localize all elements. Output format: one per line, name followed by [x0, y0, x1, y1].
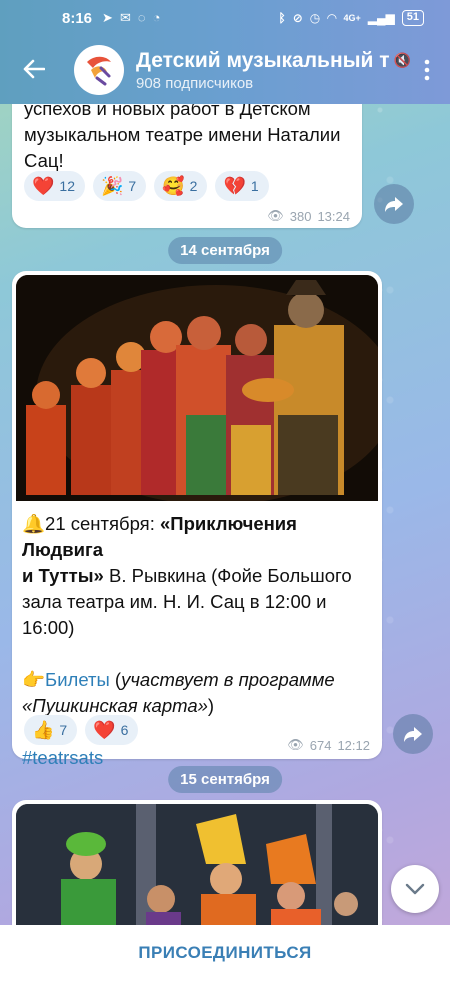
message-meta: 👁 380 13:24 — [267, 208, 350, 224]
text-line: 16:00) — [22, 617, 75, 638]
message-text: успехов и новых работ в Детском музыкаль… — [24, 96, 354, 174]
performance-photo[interactable] — [16, 275, 378, 501]
reaction-count: 7 — [59, 722, 68, 738]
text-line: 👉Билеты (участвует в программе — [22, 667, 378, 693]
broken-heart-icon: 💔 — [223, 175, 246, 196]
telegram-icon: ➤ — [102, 10, 113, 25]
date-separator: 15 сентября — [168, 766, 282, 793]
share-icon[interactable] — [393, 714, 433, 754]
network-label: 4G+ — [343, 13, 361, 23]
mail-icon: ✉ — [119, 10, 131, 25]
reactions-row: 👍 7 ❤️ 6 — [24, 715, 139, 745]
join-bar: ПРИСОЕДИНИТЬСЯ — [0, 925, 450, 1000]
view-count: 380 — [289, 208, 312, 224]
smiling-hearts-icon: 🥰 — [162, 175, 185, 196]
reaction-count: 6 — [120, 722, 129, 738]
reaction-heart[interactable]: ❤️ 6 — [85, 715, 139, 745]
bell-date-text: 🔔21 сентября: — [22, 513, 160, 534]
whatsapp-icon: ◌ — [137, 10, 146, 25]
reaction-thumbs-up[interactable]: 👍 7 — [24, 715, 78, 745]
text-part: участвует в программе — [121, 669, 335, 690]
channel-avatar[interactable] — [74, 45, 124, 95]
status-time: 8:16 — [62, 9, 93, 27]
reaction-count: 2 — [189, 178, 198, 194]
message-meta: 👁 674 12:12 — [287, 737, 370, 753]
channel-title-area[interactable]: Детский музыкальный т 🔇 908 подписчиков — [136, 49, 414, 92]
wifi-icon: ◠ — [327, 11, 337, 25]
text-line: и Тутты» В. Рывкина (Фойе Большого — [22, 563, 378, 589]
text-line: 🔔21 сентября: «Приключения Людвига — [22, 511, 378, 563]
mute-icon: ⊘ — [292, 11, 303, 25]
message-bubble[interactable]: 🔔21 сентября: «Приключения Людвига и Тут… — [12, 271, 382, 768]
status-bar: 8:16 ➤ ✉ ◌ ◔ ᛒ ⊘ ◷ ◠ 4G+ ▂▄▆ 51 — [0, 0, 450, 36]
pointing-hand-icon: 👉 — [22, 669, 46, 690]
join-button[interactable]: ПРИСОЕДИНИТЬСЯ — [0, 925, 450, 963]
thumbs-up-icon: 👍 — [32, 719, 55, 740]
text-line: музыкальном театре имени Наталии — [24, 124, 341, 145]
actors-image — [16, 275, 378, 501]
scroll-down-button[interactable] — [391, 865, 439, 913]
reaction-heart[interactable]: ❤️ 12 — [24, 171, 85, 201]
text-part: «Пушкинская карта» — [22, 695, 208, 716]
signal-icon: ▂▄▆ — [367, 11, 395, 25]
show-title-part: и Тутты» — [22, 565, 104, 586]
text-part: В. Рывкина (Фойе Большого — [103, 565, 352, 586]
actors-image — [16, 804, 378, 934]
chevron-down-icon — [405, 883, 425, 895]
more-vertical-icon[interactable] — [414, 59, 450, 81]
message-bubble[interactable] — [12, 800, 382, 940]
heart-icon: ❤️ — [93, 719, 116, 740]
reaction-count: 12 — [59, 178, 75, 194]
channel-header: Детский музыкальный т 🔇 908 подписчиков — [0, 36, 450, 104]
eye-icon: 👁 — [267, 208, 284, 223]
muted-icon: 🔇 — [393, 52, 412, 68]
theatre-logo-icon — [87, 56, 111, 86]
share-icon[interactable] — [374, 184, 414, 224]
tickets-link[interactable]: Билеты — [45, 669, 110, 690]
message-time: 13:24 — [317, 208, 350, 224]
reaction-broken-heart[interactable]: 💔 1 — [215, 171, 269, 201]
reaction-count: 1 — [250, 178, 259, 194]
reactions-row: ❤️ 12 🎉 7 🥰 2 💔 1 — [24, 171, 269, 201]
heart-icon: ❤️ — [32, 175, 55, 196]
eye-icon: 👁 — [287, 737, 304, 752]
reaction-count: 7 — [128, 178, 137, 194]
bluetooth-icon: ᛒ — [278, 11, 286, 25]
text-line: зала театра им. Н. И. Сац в 12:00 и — [22, 591, 327, 612]
date-separator: 14 сентября — [168, 237, 282, 264]
app-header: 8:16 ➤ ✉ ◌ ◔ ᛒ ⊘ ◷ ◠ 4G+ ▂▄▆ 51 Детский … — [0, 0, 450, 104]
reaction-party[interactable]: 🎉 7 — [93, 171, 147, 201]
text-part: ( — [109, 669, 122, 690]
view-count: 674 — [309, 737, 332, 753]
cast-icon: ◔ — [152, 10, 161, 25]
subscriber-count: 908 подписчиков — [136, 74, 254, 92]
party-popper-icon: 🎉 — [101, 175, 124, 196]
text-part: ) — [207, 695, 215, 716]
battery-level: 51 — [401, 10, 424, 26]
arrow-left-icon[interactable] — [14, 56, 54, 84]
reaction-smiling-hearts[interactable]: 🥰 2 — [154, 171, 208, 201]
message-time: 12:12 — [337, 737, 370, 753]
channel-title: Детский музыкальный т — [136, 48, 390, 72]
performance-photo[interactable] — [16, 804, 378, 934]
alarm-icon: ◷ — [309, 11, 321, 25]
